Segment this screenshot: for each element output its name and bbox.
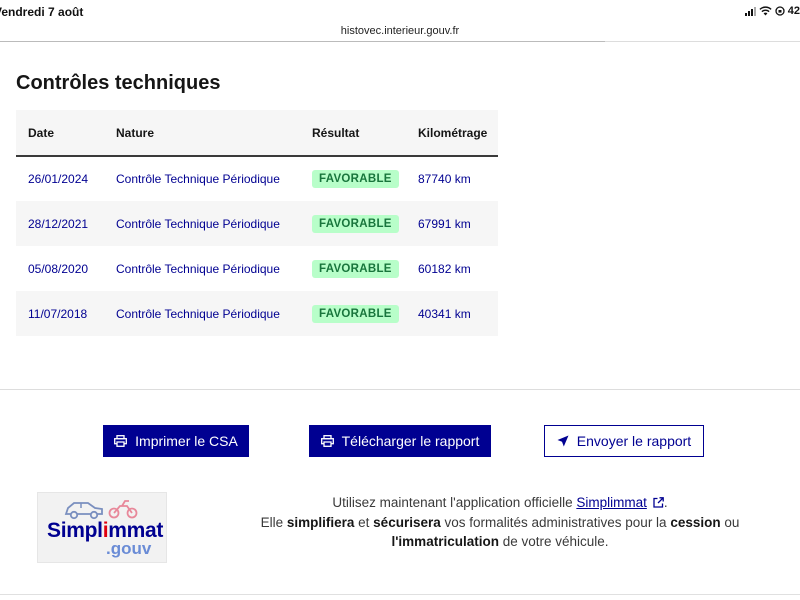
external-link-icon — [653, 497, 664, 508]
send-report-button[interactable]: Envoyer le rapport — [544, 425, 704, 457]
cell-result: FAVORABLE — [300, 156, 406, 201]
cell-nature: Contrôle Technique Périodique — [116, 216, 280, 231]
signal-icon — [744, 6, 756, 16]
header-nature: Nature — [116, 125, 155, 140]
cell-date: 28/12/2021 — [28, 216, 89, 231]
address-bar[interactable]: histovec.interieur.gouv.fr — [0, 22, 800, 42]
cell-mileage: 60182 km — [418, 261, 471, 276]
status-badge: FAVORABLE — [312, 259, 399, 278]
header-result: Résultat — [312, 125, 360, 140]
cell-nature: Contrôle Technique Périodique — [116, 261, 280, 276]
cell-nature: Contrôle Technique Périodique — [116, 172, 280, 186]
cell-date: 05/08/2020 — [28, 261, 89, 276]
simplimmat-link[interactable]: Simplimmat — [576, 495, 664, 510]
promo-text: Utilisez maintenant l'application offici… — [200, 493, 800, 552]
cell-mileage: 67991 km — [418, 216, 471, 231]
cell-date: 26/01/2024 — [28, 172, 89, 186]
orientation-lock-icon — [775, 6, 785, 16]
status-bar: Vendredi 7 août 42 — [0, 0, 800, 22]
promo-text-part: de votre véhicule. — [498, 534, 609, 549]
promo-line-2: Elle simplifiera et sécurisera vos forma… — [200, 513, 800, 533]
cell-mileage: 40341 km — [418, 306, 471, 321]
cell-result: FAVORABLE — [300, 291, 406, 336]
cell-result: FAVORABLE — [300, 201, 406, 246]
motorbike-icon — [108, 500, 138, 519]
wifi-icon — [759, 6, 772, 16]
table-header-row: Date Nature Résultat Kilométrage — [16, 110, 498, 156]
promo-bold-simplifiera: simplifiera — [286, 514, 355, 530]
promo-line1-prefix: Utilisez maintenant l'application offici… — [332, 495, 577, 510]
logo-part1: Simpl — [47, 519, 103, 542]
printer-icon — [114, 435, 128, 447]
download-report-label: Télécharger le rapport — [341, 433, 480, 449]
table-row: 05/08/2020 Contrôle Technique Périodique… — [16, 246, 498, 291]
promo-text-part: ou — [720, 514, 740, 530]
promo-bold-immatriculation: l'immatriculation — [391, 534, 499, 549]
promo-line1-suffix: . — [663, 495, 668, 510]
technical-inspections-card: Contrôles techniques Date Nature Résulta… — [0, 42, 800, 390]
print-csa-label: Imprimer le CSA — [135, 433, 238, 449]
promo-text-part: et — [354, 514, 374, 530]
url-text: histovec.interieur.gouv.fr — [340, 25, 460, 37]
logo-suffix: .gouv — [106, 539, 152, 558]
cell-date: 11/07/2018 — [28, 306, 88, 321]
print-csa-button[interactable]: Imprimer le CSA — [103, 425, 249, 457]
send-report-label: Envoyer le rapport — [576, 433, 692, 449]
table-row: 11/07/2018 Contrôle Technique Périodique… — [16, 291, 498, 336]
table-row: 26/01/2024 Contrôle Technique Périodique… — [16, 156, 498, 201]
cell-mileage: 87740 km — [418, 172, 471, 186]
status-icons: 42 — [744, 5, 800, 17]
status-badge: FAVORABLE — [312, 304, 399, 323]
simplimmat-link-label: Simplimmat — [576, 495, 647, 510]
simplimmat-logo[interactable]: Simplimmat .gouv — [37, 492, 167, 563]
printer-icon — [320, 435, 334, 447]
promo-line-3: l'immatriculation de votre véhicule. — [200, 532, 800, 552]
footer-divider — [0, 594, 800, 595]
promo-bold-securisera: sécurisera — [373, 514, 441, 530]
inspections-table: Date Nature Résultat Kilométrage 26/01/2… — [16, 110, 498, 336]
send-icon — [557, 435, 569, 447]
promo-bold-cession: cession — [670, 514, 721, 530]
status-time: Vendredi 7 août — [0, 5, 84, 19]
header-date: Date — [28, 125, 55, 140]
promo-text-part: Elle — [260, 514, 287, 530]
table-row: 28/12/2021 Contrôle Technique Périodique… — [16, 201, 498, 246]
status-badge: FAVORABLE — [312, 170, 399, 188]
cell-result: FAVORABLE — [300, 246, 406, 291]
promo-text-part: vos formalités administratives pour la — [440, 514, 671, 530]
section-title: Contrôles techniques — [16, 72, 221, 94]
battery-level: 42 — [787, 5, 800, 17]
status-badge: FAVORABLE — [312, 214, 399, 233]
cell-nature: Contrôle Technique Périodique — [116, 306, 280, 321]
promo-line-1: Utilisez maintenant l'application offici… — [200, 493, 800, 513]
download-report-button[interactable]: Télécharger le rapport — [309, 425, 491, 457]
header-mileage: Kilométrage — [418, 125, 488, 140]
